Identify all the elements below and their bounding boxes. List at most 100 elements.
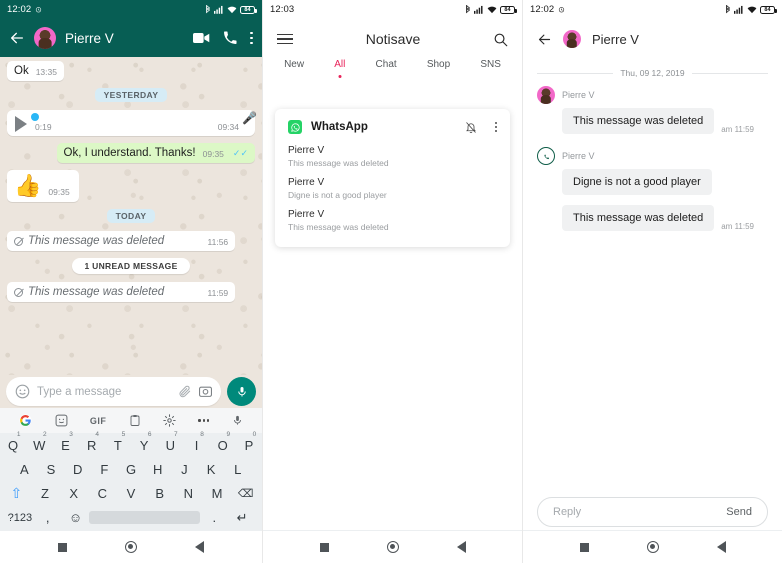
notification-off-icon[interactable]: [465, 121, 477, 134]
key-m[interactable]: M: [203, 486, 232, 501]
hamburger-menu-icon[interactable]: [277, 33, 293, 45]
key-r[interactable]: 4R: [79, 431, 105, 453]
tab-shop[interactable]: Shop: [427, 59, 450, 76]
message-entry[interactable]: Pierre V This message was deleted am 11:…: [523, 82, 782, 134]
message-bubble[interactable]: This message was deleted: [562, 108, 715, 134]
shift-key[interactable]: ⇧: [2, 485, 31, 502]
key-s[interactable]: S: [38, 462, 65, 477]
key-v[interactable]: V: [117, 486, 146, 501]
key-t[interactable]: 5T: [105, 431, 131, 453]
tab-all[interactable]: All: [334, 59, 345, 76]
list-item[interactable]: Pierre V This message was deleted: [288, 145, 497, 168]
message-bubble-deleted[interactable]: This message was deleted 11:59: [7, 282, 236, 302]
period-key[interactable]: .: [200, 510, 228, 525]
avatar[interactable]: [34, 27, 56, 49]
keyboard[interactable]: GIF 1Q 2W 3E 4 R 5 T 6 Y 7 U 8 I 9 O 0 P…: [0, 408, 262, 530]
key-z[interactable]: Z: [31, 486, 60, 501]
google-icon[interactable]: [19, 414, 32, 427]
message-row[interactable]: This message was deleted am 11:59: [537, 108, 768, 134]
back-triangle-icon[interactable]: [195, 541, 204, 553]
home-circle-icon[interactable]: [125, 541, 137, 553]
sticker-icon[interactable]: [55, 414, 68, 427]
list-item[interactable]: Pierre V This message was deleted: [288, 209, 497, 232]
send-button[interactable]: Send: [726, 506, 752, 518]
key-e[interactable]: 3E: [52, 431, 78, 453]
key-k[interactable]: K: [198, 462, 225, 477]
recents-square-icon[interactable]: [58, 542, 67, 552]
comma-key[interactable]: ,: [34, 510, 62, 525]
key-g[interactable]: G: [118, 462, 145, 477]
camera-icon[interactable]: [199, 385, 212, 398]
back-triangle-icon[interactable]: [456, 541, 466, 553]
key-a[interactable]: A: [11, 462, 38, 477]
message-list[interactable]: Ok 13:35 YESTERDAY 0:19 09:34 🎤 Ok, I un…: [0, 57, 262, 375]
play-icon[interactable]: [15, 116, 27, 132]
numeric-key[interactable]: ?123: [6, 512, 34, 524]
message-row[interactable]: Digne is not a good player: [537, 169, 768, 195]
message-bubble-deleted[interactable]: This message was deleted 11:56: [7, 231, 236, 251]
home-circle-icon[interactable]: [386, 541, 399, 553]
keyboard-row-1[interactable]: 1Q 2W 3E 4R 5T 6Y 7U 8I 9O 0P: [0, 431, 262, 457]
key-p[interactable]: 0P: [236, 431, 262, 453]
voice-call-icon[interactable]: [223, 31, 237, 45]
key-b[interactable]: B: [145, 486, 174, 501]
message-bubble[interactable]: Digne is not a good player: [562, 169, 712, 195]
tab-bar[interactable]: New All Chat Shop SNS: [263, 59, 522, 87]
list-item[interactable]: Pierre V Digne is not a good player: [288, 177, 497, 200]
overflow-menu-icon[interactable]: [495, 122, 497, 132]
keyboard-row-4[interactable]: ?123 , ☺ . ↵: [0, 506, 262, 530]
more-dots-icon[interactable]: [198, 419, 210, 422]
notification-group-card[interactable]: WhatsApp Pierre V This message was delet…: [275, 109, 510, 247]
keyboard-row-3[interactable]: ⇧ Z X C V B N M ⌫: [0, 482, 262, 506]
tab-chat[interactable]: Chat: [376, 59, 397, 76]
home-circle-icon[interactable]: [646, 541, 659, 553]
message-bubble-emoji[interactable]: 👍 09:35: [7, 170, 79, 202]
overflow-menu-icon[interactable]: [250, 31, 253, 45]
voice-message-bubble[interactable]: 0:19 09:34 🎤: [7, 110, 257, 136]
voice-track-area[interactable]: 0:19 09:34: [31, 112, 239, 132]
key-x[interactable]: X: [59, 486, 88, 501]
key-j[interactable]: J: [171, 462, 198, 477]
enter-key[interactable]: ↵: [228, 510, 256, 526]
microphone-icon[interactable]: [232, 414, 243, 427]
key-q[interactable]: 1Q: [0, 431, 26, 453]
gif-button[interactable]: GIF: [90, 416, 107, 426]
key-i[interactable]: 8I: [183, 431, 209, 453]
key-o[interactable]: 9O: [210, 431, 236, 453]
key-h[interactable]: H: [144, 462, 171, 477]
key-u[interactable]: 7U: [157, 431, 183, 453]
back-arrow-icon[interactable]: [537, 32, 552, 47]
voice-progress-handle[interactable]: [31, 112, 39, 121]
keyboard-row-2[interactable]: A S D F G H J K L: [0, 457, 262, 481]
emoji-key[interactable]: ☺: [62, 510, 90, 525]
emoji-icon[interactable]: [15, 384, 30, 399]
message-entry[interactable]: Pierre V Digne is not a good player This…: [523, 134, 782, 231]
key-w[interactable]: 2W: [26, 431, 52, 453]
backspace-key[interactable]: ⌫: [231, 487, 260, 500]
tab-sns[interactable]: SNS: [480, 59, 501, 76]
key-n[interactable]: N: [174, 486, 203, 501]
message-bubble-incoming[interactable]: Ok 13:35: [7, 61, 64, 81]
voice-record-button[interactable]: [227, 377, 256, 406]
clipboard-icon[interactable]: [129, 414, 141, 427]
space-key[interactable]: [89, 511, 201, 525]
message-bubble[interactable]: This message was deleted: [562, 205, 715, 231]
reply-input-wrapper[interactable]: Reply Send: [537, 497, 768, 527]
recents-square-icon[interactable]: [319, 542, 329, 552]
attachment-clip-icon[interactable]: [178, 385, 192, 399]
key-d[interactable]: D: [64, 462, 91, 477]
recents-square-icon[interactable]: [579, 542, 589, 552]
tab-new[interactable]: New: [284, 59, 304, 76]
key-f[interactable]: F: [91, 462, 118, 477]
message-bubble-outgoing[interactable]: Ok, I understand. Thanks! 09:35 ✓✓: [56, 143, 255, 163]
search-icon[interactable]: [493, 32, 508, 47]
settings-gear-icon[interactable]: [163, 414, 176, 427]
video-call-icon[interactable]: [193, 32, 210, 44]
message-input-placeholder[interactable]: Type a message: [37, 386, 171, 398]
key-l[interactable]: L: [224, 462, 251, 477]
back-triangle-icon[interactable]: [716, 541, 726, 553]
keyboard-toolbar[interactable]: GIF: [0, 408, 262, 433]
key-y[interactable]: 6Y: [131, 431, 157, 453]
message-input-wrapper[interactable]: Type a message: [6, 377, 221, 406]
reply-input-placeholder[interactable]: Reply: [553, 506, 581, 518]
